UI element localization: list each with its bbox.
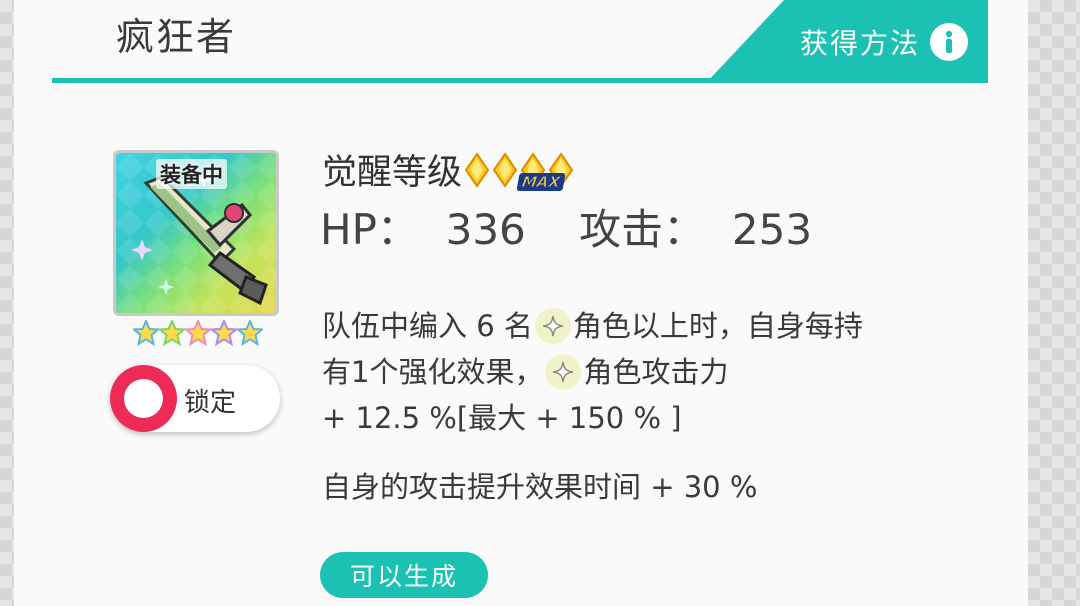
desc-text: 角色攻击力 bbox=[583, 355, 729, 389]
star-icon bbox=[159, 320, 185, 346]
lock-toggle-knob bbox=[110, 365, 177, 432]
lock-toggle[interactable]: 锁定 bbox=[110, 365, 280, 432]
background-right bbox=[1028, 0, 1080, 606]
background-left bbox=[0, 0, 14, 606]
obtain-method-label: 获得方法 bbox=[799, 26, 920, 60]
awaken-gem-icon bbox=[464, 151, 490, 188]
skill-description-secondary: 自身的攻击提升效果时间 + 30 % bbox=[322, 470, 758, 504]
item-stats: HP： 336 攻击： 253 bbox=[320, 205, 813, 254]
sparkle-icon bbox=[534, 308, 571, 344]
equipped-badge: 装备中 bbox=[156, 159, 227, 189]
desc-text: 角色以上时，自身每持 bbox=[572, 309, 863, 343]
skill-description: 队伍中编入 6 名 角色以上时，自身每持 有1个强化效果， 角色攻击力 + 12… bbox=[322, 303, 962, 441]
star-icon bbox=[211, 320, 237, 346]
desc-text: + 12.5 %[最大 + 150 % ] bbox=[322, 401, 682, 435]
awaken-level: 觉醒等级 MAX bbox=[322, 144, 574, 195]
star-icon bbox=[133, 320, 159, 346]
awaken-gem-icon bbox=[492, 151, 518, 188]
item-name: 疯狂者 bbox=[116, 15, 237, 59]
sparkle-icon bbox=[545, 354, 582, 390]
desc-text: 队伍中编入 6 名 bbox=[322, 309, 533, 343]
desc-text: 有1个强化效果， bbox=[322, 355, 544, 389]
item-card[interactable]: 装备中 bbox=[113, 150, 279, 316]
rarity-stars bbox=[133, 320, 263, 350]
item-art: 装备中 bbox=[116, 153, 276, 313]
star-icon bbox=[237, 320, 263, 346]
info-icon bbox=[930, 22, 968, 61]
generate-button[interactable]: 可以生成 bbox=[320, 552, 488, 598]
awaken-label: 觉醒等级 bbox=[322, 153, 463, 193]
lock-label: 锁定 bbox=[184, 388, 237, 418]
star-icon bbox=[185, 320, 211, 346]
max-badge: MAX bbox=[516, 172, 566, 191]
